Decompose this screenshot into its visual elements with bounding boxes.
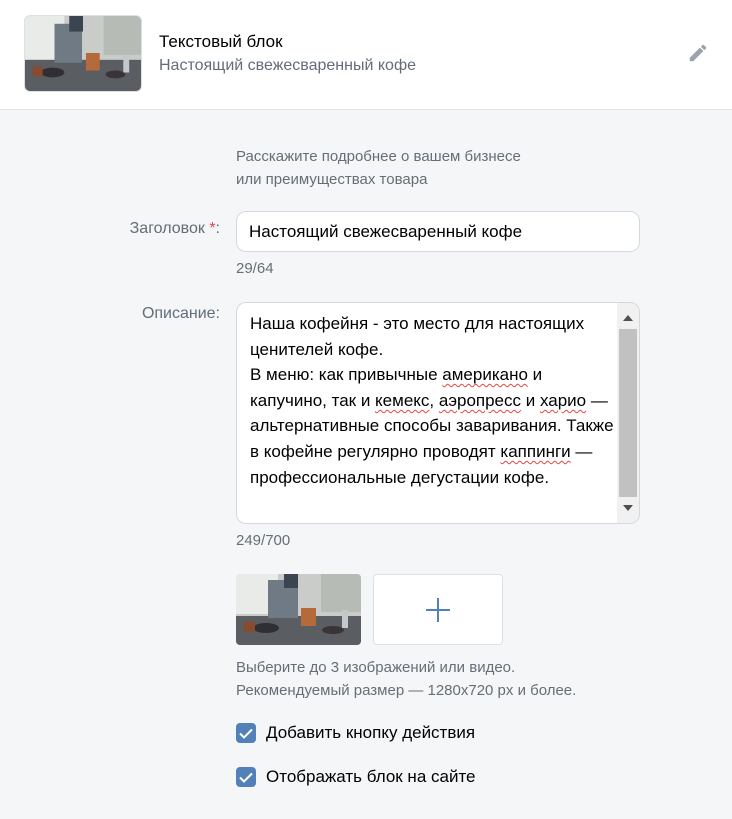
description-text: Наша кофейня - это место для настоящих ц… (250, 314, 614, 487)
form-hint: Расскажите подробнее о вашем бизнесе или… (236, 148, 521, 188)
scroll-down-icon[interactable] (617, 497, 639, 519)
title-input[interactable]: Настоящий свежесваренный кофе (236, 211, 640, 252)
description-counter: 249/700 (236, 532, 291, 549)
spell-error: кемекс (375, 390, 430, 410)
images-hint: Выберите до 3 изображений или видео. Рек… (236, 659, 577, 699)
spell-error: каппинги (500, 441, 571, 461)
coffee-photo-icon (25, 16, 141, 91)
block-header: Текстовый блок Настоящий свежесваренный … (0, 0, 732, 110)
spell-error: американо (442, 365, 528, 385)
coffee-photo-icon (236, 574, 361, 645)
scrollbar-thumb[interactable] (619, 329, 637, 497)
pencil-icon[interactable] (687, 42, 709, 64)
show-on-site-checkbox[interactable]: Отображать блок на сайте (236, 767, 476, 787)
plus-icon (426, 597, 450, 622)
description-label: Описание: (141, 305, 220, 322)
spell-error: аэропресс (438, 390, 522, 410)
uploaded-image[interactable] (236, 574, 361, 645)
checkbox-label: Отображать блок на сайте (266, 767, 476, 786)
title-counter: 29/64 (236, 260, 274, 277)
block-title: Текстовый блок (159, 32, 283, 51)
add-image-button[interactable] (373, 574, 503, 645)
scroll-up-icon[interactable] (617, 307, 639, 329)
check-icon[interactable] (236, 723, 256, 743)
add-action-button-checkbox[interactable]: Добавить кнопку действия (236, 723, 475, 743)
description-textarea[interactable]: Наша кофейня - это место для настоящих ц… (236, 302, 640, 524)
spell-error: харио (539, 390, 587, 410)
checkbox-label: Добавить кнопку действия (266, 723, 476, 742)
block-subtitle: Настоящий свежесваренный кофе (159, 57, 416, 74)
check-icon[interactable] (236, 767, 256, 787)
title-label: Заголовок *: (129, 220, 220, 237)
block-thumbnail (24, 15, 142, 92)
description-scrollbar[interactable] (617, 303, 639, 523)
